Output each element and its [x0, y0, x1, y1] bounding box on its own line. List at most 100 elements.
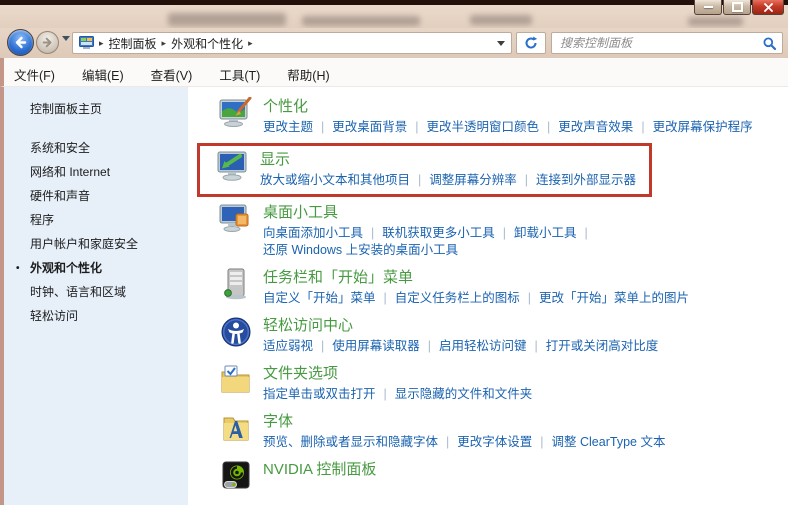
back-arrow-icon: [14, 36, 27, 49]
link-separator: |: [540, 435, 543, 449]
task-link[interactable]: 启用轻松访问键: [439, 339, 527, 353]
breadcrumb-item[interactable]: 控制面板: [109, 35, 157, 52]
section-display-highlighted: 显示放大或缩小文本和其他项目|调整屏幕分辨率|连接到外部显示器: [197, 143, 652, 197]
forward-arrow-icon: [42, 37, 53, 48]
task-link[interactable]: 自定义任务栏上的图标: [395, 291, 520, 305]
breadcrumb: ▸ 控制面板 ▸ 外观和个性化 ▸: [99, 35, 253, 52]
minimize-icon: [704, 6, 713, 8]
menu-item[interactable]: 帮助(H): [287, 69, 329, 83]
breadcrumb-arrow-icon[interactable]: ▸: [248, 38, 253, 49]
control-panel-window: { "address_bar": { "breadcrumb": ["控制面板"…: [0, 0, 788, 505]
window-controls: [694, 0, 784, 15]
sidebar-item-label: 时钟、语言和区域: [30, 285, 126, 299]
breadcrumb-arrow-icon[interactable]: ▸: [162, 38, 167, 49]
blurred-title-text: [688, 17, 743, 26]
task-link[interactable]: 更改字体设置: [457, 435, 532, 449]
sidebar-item[interactable]: 轻松访问: [30, 309, 188, 323]
link-separator: |: [446, 435, 449, 449]
refresh-icon: [524, 36, 538, 50]
task-link[interactable]: 调整屏幕分辨率: [429, 173, 517, 187]
task-link[interactable]: 预览、删除或者显示和隐藏字体: [263, 435, 438, 449]
section-title[interactable]: 桌面小工具: [263, 203, 596, 223]
link-separator: |: [525, 173, 528, 187]
menu-item[interactable]: 查看(V): [151, 69, 193, 83]
menu-item[interactable]: 文件(F): [14, 69, 55, 83]
section-title[interactable]: NVIDIA 控制面板: [263, 460, 376, 480]
section-title[interactable]: 文件夹选项: [263, 364, 532, 384]
task-link[interactable]: 卸载小工具: [514, 226, 577, 240]
section-taskbar-start-menu: 任务栏和「开始」菜单自定义「开始」菜单 | 自定义任务栏上的图标 | 更改「开始」菜单上…: [218, 268, 788, 307]
taskbar-icon[interactable]: [218, 268, 254, 301]
section-links: 还原 Windows 上安装的桌面小工具: [263, 242, 596, 259]
task-link[interactable]: 打开或关闭高对比度: [546, 339, 659, 353]
task-link[interactable]: 更改桌面背景: [332, 120, 407, 134]
main-area: 控制面板主页 系统和安全网络和 Internet 硬件和声音程序用户帐户和家庭安全…: [0, 87, 788, 505]
section-links: 向桌面添加小工具|联机获取更多小工具|卸载小工具|: [263, 225, 596, 242]
blurred-title-text: [302, 16, 420, 26]
control-panel-icon: [79, 36, 94, 50]
sidebar-item[interactable]: 用户帐户和家庭安全: [30, 237, 188, 251]
task-link[interactable]: 向桌面添加小工具: [263, 226, 363, 240]
task-link[interactable]: 使用屏幕读取器: [332, 339, 420, 353]
task-link[interactable]: 更改「开始」菜单上的图片: [539, 291, 689, 305]
task-link[interactable]: 自定义「开始」菜单: [263, 291, 376, 305]
address-breadcrumb-bar[interactable]: ▸ 控制面板 ▸ 外观和个性化 ▸: [72, 32, 512, 54]
fonts-icon[interactable]: [218, 412, 254, 445]
sidebar-item-label: 外观和个性化: [30, 261, 102, 275]
sidebar-item-label: 系统和安全: [30, 141, 90, 155]
section-title[interactable]: 个性化: [263, 97, 753, 117]
task-link[interactable]: 连接到外部显示器: [536, 173, 636, 187]
address-dropdown-icon[interactable]: [497, 41, 505, 46]
section-title[interactable]: 任务栏和「开始」菜单: [263, 268, 689, 288]
sidebar-item[interactable]: 程序: [30, 213, 188, 227]
breadcrumb-arrow-icon[interactable]: ▸: [99, 38, 104, 49]
blurred-title-text: [168, 13, 286, 26]
folder-options-icon[interactable]: [218, 364, 254, 397]
sidebar-item[interactable]: •外观和个性化: [30, 261, 188, 275]
sidebar-item[interactable]: 网络和 Internet: [30, 165, 188, 179]
sidebar-item[interactable]: 系统和安全: [30, 141, 188, 155]
section-title[interactable]: 轻松访问中心: [263, 316, 658, 336]
section-title[interactable]: 显示: [260, 150, 636, 170]
forward-button[interactable]: [36, 31, 59, 54]
section-ease-of-access-center: 轻松访问中心适应弱视|使用屏幕读取器|启用轻松访问键|打开或关闭高对比度: [218, 316, 788, 355]
task-link[interactable]: 还原 Windows 上安装的桌面小工具: [263, 243, 458, 257]
personalization-icon[interactable]: [218, 97, 254, 130]
task-link[interactable]: 调整 ClearType 文本: [552, 435, 666, 449]
nvidia-icon[interactable]: [218, 460, 254, 493]
breadcrumb-item[interactable]: 外观和个性化: [171, 35, 243, 52]
back-button[interactable]: [7, 29, 34, 56]
menu-item[interactable]: 工具(T): [219, 69, 260, 83]
task-link[interactable]: 更改主题: [263, 120, 313, 134]
sidebar-item-control-panel-home[interactable]: 控制面板主页: [30, 100, 188, 117]
section-title[interactable]: 字体: [263, 412, 665, 432]
maximize-button[interactable]: [723, 0, 751, 15]
link-separator: |: [371, 226, 374, 240]
display-icon[interactable]: [215, 150, 251, 183]
close-button[interactable]: [752, 0, 784, 15]
minimize-button[interactable]: [694, 0, 722, 15]
task-link[interactable]: 联机获取更多小工具: [382, 226, 495, 240]
sidebar-item-label: 程序: [30, 213, 54, 227]
task-link[interactable]: 显示隐藏的文件和文件夹: [395, 387, 533, 401]
task-link[interactable]: 适应弱视: [263, 339, 313, 353]
link-separator: |: [528, 291, 531, 305]
link-separator: |: [384, 291, 387, 305]
gadgets-icon[interactable]: [218, 203, 254, 236]
task-link[interactable]: 更改屏幕保护程序: [653, 120, 753, 134]
sidebar-item[interactable]: 时钟、语言和区域: [30, 285, 188, 299]
search-input[interactable]: [558, 35, 763, 51]
section-text: 任务栏和「开始」菜单自定义「开始」菜单 | 自定义任务栏上的图标 | 更改「开始」菜单上…: [263, 268, 689, 307]
sidebar-item[interactable]: 硬件和声音: [30, 189, 188, 203]
task-link[interactable]: 指定单击或双击打开: [263, 387, 376, 401]
menu-item[interactable]: 编辑(E): [82, 69, 124, 83]
task-link[interactable]: 更改半透明窗口颜色: [427, 120, 540, 134]
refresh-button[interactable]: [516, 32, 546, 54]
task-link[interactable]: 更改声音效果: [558, 120, 633, 134]
link-separator: |: [547, 120, 550, 134]
history-dropdown-button[interactable]: [62, 41, 70, 59]
active-bullet-icon: •: [16, 262, 20, 276]
task-link[interactable]: 放大或缩小文本和其他项目: [260, 173, 410, 187]
ease-of-access-icon[interactable]: [218, 316, 254, 349]
search-icon[interactable]: [763, 37, 776, 50]
